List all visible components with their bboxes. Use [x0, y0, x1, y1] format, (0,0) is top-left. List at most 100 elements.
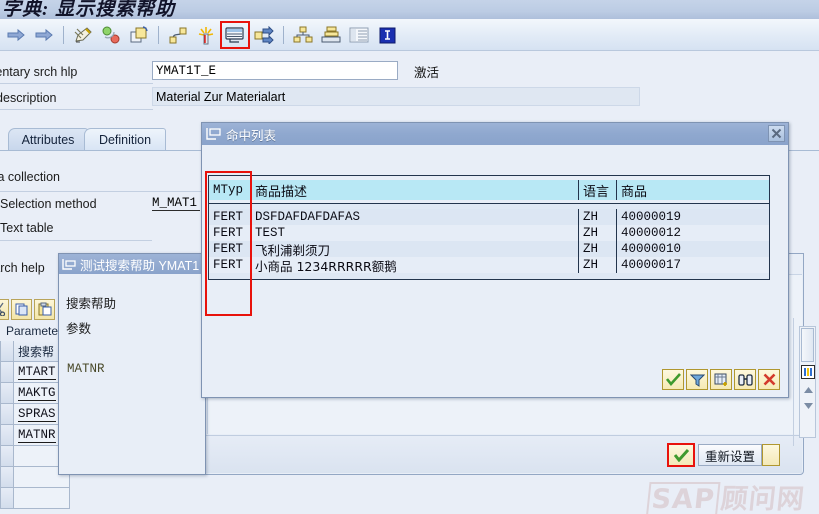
form-divider: [0, 109, 153, 110]
tab-attributes-label: Attributes: [21, 132, 75, 147]
tab-definition[interactable]: Definition: [84, 128, 166, 150]
matnr-field-label: MATNR: [67, 362, 105, 376]
toolbar-separator: [283, 26, 284, 44]
cell-mtyp[interactable]: FERT: [209, 209, 251, 225]
parameters-section-label: 参数: [66, 322, 92, 336]
reset-button-label: 重新设置: [705, 449, 756, 464]
column-header-description[interactable]: 商品描述: [251, 180, 579, 200]
test-dialog-title: 测试搜索帮助 YMAT1: [80, 258, 200, 273]
cell-material[interactable]: 40000012: [617, 225, 769, 241]
selection-method-label: Selection method: [0, 197, 97, 211]
test-dialog-body: 搜索帮助 参数 MATNR: [59, 274, 205, 474]
page-title: 字典: 显示搜索帮助: [2, 0, 176, 19]
column-header-language[interactable]: 语言: [579, 180, 617, 200]
info-icon[interactable]: [374, 23, 400, 47]
hit-list-table: MTyp 商品描述 语言 商品 FERT DSFDAFDAFDAFAS ZH 4…: [208, 175, 770, 280]
parameter-cell[interactable]: [14, 488, 70, 509]
row-selector[interactable]: [0, 446, 14, 467]
scroll-down-icon[interactable]: [802, 400, 814, 411]
dialog-window-icon: [206, 127, 222, 141]
column-header-mtyp[interactable]: MTyp: [209, 180, 251, 200]
row-selector[interactable]: [0, 362, 14, 383]
vertical-scrollbar[interactable]: [799, 326, 816, 438]
cell-language[interactable]: ZH: [579, 209, 617, 225]
test-search-help-icon[interactable]: [220, 21, 250, 49]
personalize-button[interactable]: [710, 369, 732, 390]
ok-check-button[interactable]: [667, 443, 695, 467]
parameter-name: MATNR: [18, 427, 56, 443]
tab-attributes[interactable]: Attributes: [8, 128, 88, 150]
back-arrow-icon[interactable]: [3, 23, 29, 47]
row-selector[interactable]: [0, 341, 14, 362]
form-divider: [0, 83, 153, 84]
blank-button[interactable]: [762, 444, 780, 466]
table-row[interactable]: FERT 飞利浦剃须刀 ZH 40000010: [209, 241, 769, 257]
row-selector[interactable]: [0, 404, 14, 425]
elementary-srch-hlp-input[interactable]: YMAT1T_E: [152, 61, 398, 80]
hit-list-body: MTyp 商品描述 语言 商品 FERT DSFDAFDAFDAFAS ZH 4…: [202, 145, 788, 397]
toolbar-separator: [63, 26, 64, 44]
header-form: ementary srch hlp YMAT1T_E 激活 ort descri…: [0, 52, 819, 122]
filter-funnel-button[interactable]: [686, 369, 708, 390]
cell-language[interactable]: ZH: [579, 257, 617, 273]
cell-mtyp[interactable]: FERT: [209, 257, 251, 273]
display-change-pencil-icon[interactable]: [70, 23, 96, 47]
row-selector[interactable]: [0, 488, 14, 509]
short-description-input[interactable]: Material Zur Materialart: [152, 87, 640, 106]
column-header-material[interactable]: 商品: [617, 180, 769, 200]
hierarchy-icon[interactable]: [290, 23, 316, 47]
row-selector[interactable]: [0, 425, 14, 446]
activate-icon[interactable]: [98, 23, 124, 47]
table-row[interactable]: FERT DSFDAFDAFDAFAS ZH 40000019: [209, 209, 769, 225]
forward-arrow-icon[interactable]: [31, 23, 57, 47]
cut-icon[interactable]: [0, 298, 9, 320]
selection-method-input[interactable]: M_MAT1: [152, 196, 200, 211]
text-table-label: Text table: [0, 221, 54, 235]
copy-icon[interactable]: [11, 298, 32, 320]
cell-language[interactable]: ZH: [579, 225, 617, 241]
check-sparkle-icon[interactable]: [193, 23, 219, 47]
watermark: SAP 顾问网: [645, 477, 807, 514]
cell-mtyp[interactable]: FERT: [209, 241, 251, 257]
hit-list-button-bar: [660, 369, 780, 390]
activation-status-label: 激活: [414, 66, 440, 80]
copy-object-icon[interactable]: [126, 23, 152, 47]
where-used-icon[interactable]: [165, 23, 191, 47]
watermark-text: 顾问网: [719, 484, 807, 514]
row-selector[interactable]: [0, 467, 14, 488]
color-bars-icon[interactable]: [801, 365, 815, 379]
tab-definition-label: Definition: [98, 132, 152, 147]
cell-material[interactable]: 40000017: [617, 257, 769, 273]
table-row[interactable]: FERT TEST ZH 40000012: [209, 225, 769, 241]
find-binoculars-button[interactable]: [734, 369, 756, 390]
cell-description[interactable]: 飞利浦剃须刀: [251, 241, 579, 257]
cell-description[interactable]: 小商品 1234RRRRR额鹅: [251, 257, 579, 273]
expand-arrows-icon[interactable]: [251, 23, 277, 47]
toolbar-separator: [158, 26, 159, 44]
stack-icon[interactable]: [318, 23, 344, 47]
cell-language[interactable]: ZH: [579, 241, 617, 257]
cell-mtyp[interactable]: FERT: [209, 225, 251, 241]
search-help-label: Search help: [0, 261, 45, 275]
close-icon[interactable]: [768, 125, 785, 142]
parameter-name: MTART: [18, 364, 56, 380]
test-search-help-dialog: 测试搜索帮助 YMAT1 搜索帮助 参数 MATNR: [58, 253, 206, 475]
scroll-up-icon[interactable]: [802, 384, 814, 395]
reset-button[interactable]: 重新设置: [698, 444, 763, 466]
parameters-table-title: Paramete: [6, 324, 59, 338]
row-selector[interactable]: [0, 383, 14, 404]
hit-list-title-bar: 命中列表: [202, 123, 788, 145]
parameter-name: SPRAS: [18, 406, 56, 422]
scrollbar-thumb[interactable]: [801, 328, 814, 362]
list-icon[interactable]: [346, 23, 372, 47]
table-body: FERT DSFDAFDAFDAFAS ZH 40000019 FERT TES…: [209, 204, 769, 279]
table-row[interactable]: FERT 小商品 1234RRRRR额鹅 ZH 40000017: [209, 257, 769, 273]
cell-material[interactable]: 40000010: [617, 241, 769, 257]
confirm-check-button[interactable]: [662, 369, 684, 390]
cell-material[interactable]: 40000019: [617, 209, 769, 225]
cell-description[interactable]: TEST: [251, 225, 579, 241]
table-row[interactable]: [0, 488, 70, 509]
cell-description[interactable]: DSFDAFDAFDAFAS: [251, 209, 579, 225]
cancel-x-button[interactable]: [758, 369, 780, 390]
paste-icon[interactable]: [34, 298, 55, 320]
